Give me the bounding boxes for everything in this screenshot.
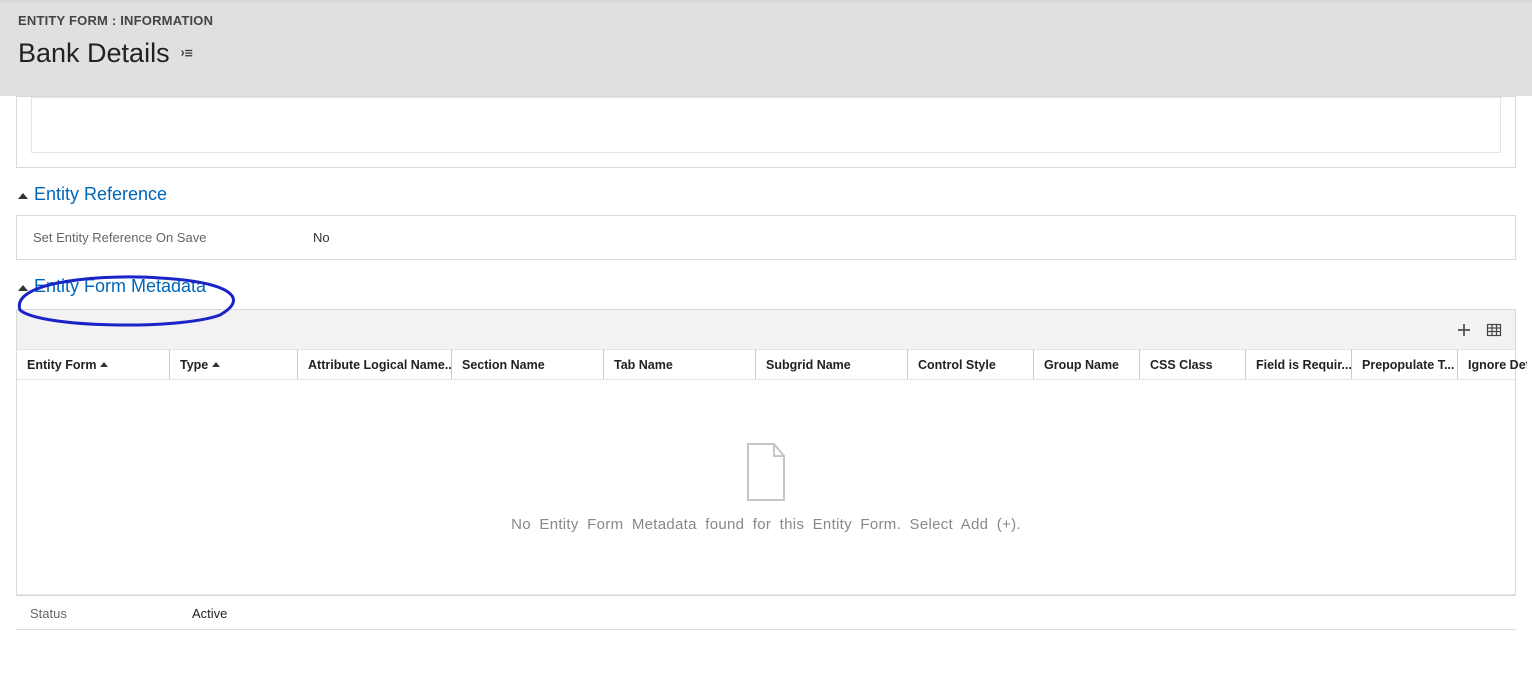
grid-empty-body: No Entity Form Metadata found for this E… xyxy=(17,380,1515,595)
section-header-entity-reference[interactable]: Entity Reference xyxy=(18,184,1516,205)
caret-icon xyxy=(18,285,28,291)
section-title-entity-reference: Entity Reference xyxy=(34,184,167,205)
previous-section-inner xyxy=(31,97,1501,153)
section-header-entity-form-metadata[interactable]: Entity Form Metadata xyxy=(18,276,1516,297)
col-attribute-logical-name[interactable]: Attribute Logical Name... xyxy=(297,350,451,379)
col-css-class[interactable]: CSS Class xyxy=(1139,350,1245,379)
set-entity-reference-value[interactable]: No xyxy=(313,230,330,245)
col-subgrid-name[interactable]: Subgrid Name xyxy=(755,350,907,379)
col-prepopulate[interactable]: Prepopulate T... xyxy=(1351,350,1457,379)
status-label: Status xyxy=(16,606,192,621)
grid-toolbar xyxy=(17,310,1515,350)
add-record-button[interactable] xyxy=(1455,321,1473,339)
entity-reference-section: Set Entity Reference On Save No xyxy=(16,215,1516,260)
sort-asc-icon xyxy=(100,362,108,367)
previous-section-box xyxy=(16,96,1516,168)
col-field-required[interactable]: Field is Requir... xyxy=(1245,350,1351,379)
status-value: Active xyxy=(192,606,227,621)
form-header: ENTITY FORM : INFORMATION Bank Details xyxy=(0,0,1532,96)
grid-view-button[interactable] xyxy=(1485,321,1503,339)
entity-form-metadata-grid: Entity Form Type Attribute Logical Name.… xyxy=(16,309,1516,596)
grid-empty-message: No Entity Form Metadata found for this E… xyxy=(511,516,1021,533)
record-menu-icon[interactable] xyxy=(180,47,194,61)
col-group-name[interactable]: Group Name xyxy=(1033,350,1139,379)
form-title-row: Bank Details xyxy=(18,38,1514,69)
form-title: Bank Details xyxy=(18,38,170,69)
col-control-style[interactable]: Control Style xyxy=(907,350,1033,379)
col-tab-name[interactable]: Tab Name xyxy=(603,350,755,379)
section-title-entity-form-metadata: Entity Form Metadata xyxy=(34,276,206,297)
form-body: Entity Reference Set Entity Reference On… xyxy=(0,96,1532,596)
col-type[interactable]: Type xyxy=(169,350,297,379)
caret-icon xyxy=(18,193,28,199)
col-section-name[interactable]: Section Name xyxy=(451,350,603,379)
empty-document-icon xyxy=(742,442,790,502)
grid-column-headers: Entity Form Type Attribute Logical Name.… xyxy=(17,350,1515,380)
form-type-label: ENTITY FORM : INFORMATION xyxy=(18,13,1514,28)
col-ignore-default[interactable]: Ignore Def xyxy=(1457,350,1527,379)
footer-divider xyxy=(16,629,1516,630)
status-row: Status Active xyxy=(0,596,1532,625)
set-entity-reference-label: Set Entity Reference On Save xyxy=(33,230,313,245)
sort-asc-icon xyxy=(212,362,220,367)
col-entity-form[interactable]: Entity Form xyxy=(17,350,169,379)
